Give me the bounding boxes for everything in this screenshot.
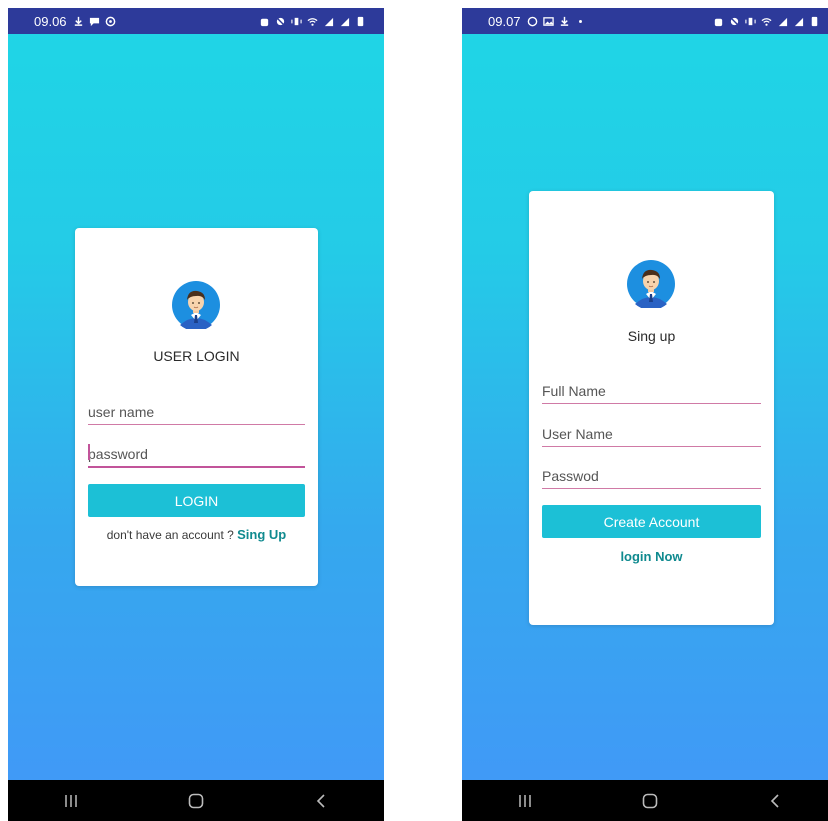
fullname-input[interactable] <box>542 382 761 404</box>
battery-icon <box>355 16 366 27</box>
page-title: USER LOGIN <box>153 348 240 364</box>
back-button[interactable] <box>301 786 341 816</box>
chat-icon <box>89 16 100 27</box>
alarm-icon <box>259 16 270 27</box>
user-avatar-icon <box>627 260 675 308</box>
page-title: Sing up <box>627 328 676 344</box>
back-button[interactable] <box>755 786 795 816</box>
vibrate-icon <box>745 16 756 27</box>
login-card: USER LOGIN LOGIN don't have an account ?… <box>75 228 318 586</box>
signup-card: Sing up Create Account login Now <box>529 191 774 625</box>
home-icon <box>642 793 658 808</box>
download-icon <box>73 16 84 27</box>
recent-apps-icon <box>64 794 77 807</box>
navigation-bar <box>8 780 384 821</box>
signal-icon <box>323 16 334 27</box>
navigation-bar <box>462 780 828 821</box>
silent-icon <box>275 15 286 27</box>
signup-prompt-text: don't have an account ? <box>106 528 234 542</box>
alarm-icon <box>713 16 724 27</box>
signup-link[interactable]: Sing Up <box>237 527 286 542</box>
recent-apps-button[interactable] <box>505 786 545 816</box>
back-icon <box>317 793 325 808</box>
password-input[interactable] <box>88 446 305 468</box>
password-input[interactable] <box>542 467 761 489</box>
vibrate-icon <box>291 16 302 27</box>
signup-prompt: don't have an account ? Sing Up <box>75 527 318 542</box>
download-icon <box>559 16 570 27</box>
status-time: 09.07 <box>488 13 521 29</box>
wifi-icon <box>307 16 318 27</box>
battery-icon <box>809 16 820 27</box>
signal-icon <box>777 16 788 27</box>
login-link-row: login Now <box>529 548 774 566</box>
back-icon <box>771 793 779 808</box>
username-input[interactable] <box>542 425 761 447</box>
signup-screen: 09.07 Sing up Full Name User Name Create… <box>462 8 828 821</box>
whatsapp-icon <box>527 16 538 27</box>
gallery-icon <box>542 16 554 27</box>
recent-apps-button[interactable] <box>51 786 91 816</box>
status-bar: 09.06 <box>8 8 384 34</box>
home-button[interactable] <box>176 786 216 816</box>
status-time: 09.06 <box>34 13 67 29</box>
home-button[interactable] <box>630 786 670 816</box>
login-screen: 09.06 USER LOGIN user name LOGIN don't h… <box>8 8 384 821</box>
username-input[interactable] <box>88 403 305 425</box>
dot-icon <box>575 16 586 27</box>
wifi-icon <box>761 16 772 27</box>
recent-apps-icon <box>518 794 531 807</box>
user-avatar-icon <box>172 281 220 329</box>
login-button[interactable]: LOGIN <box>88 484 305 517</box>
create-account-button[interactable]: Create Account <box>542 505 761 538</box>
home-icon <box>188 793 204 808</box>
silent-icon <box>729 15 740 27</box>
login-now-link[interactable]: login Now <box>620 549 682 564</box>
status-bar: 09.07 <box>462 8 828 34</box>
signal-icon <box>339 16 350 27</box>
location-icon <box>105 16 116 27</box>
text-cursor <box>88 444 90 460</box>
signal-icon <box>793 16 804 27</box>
